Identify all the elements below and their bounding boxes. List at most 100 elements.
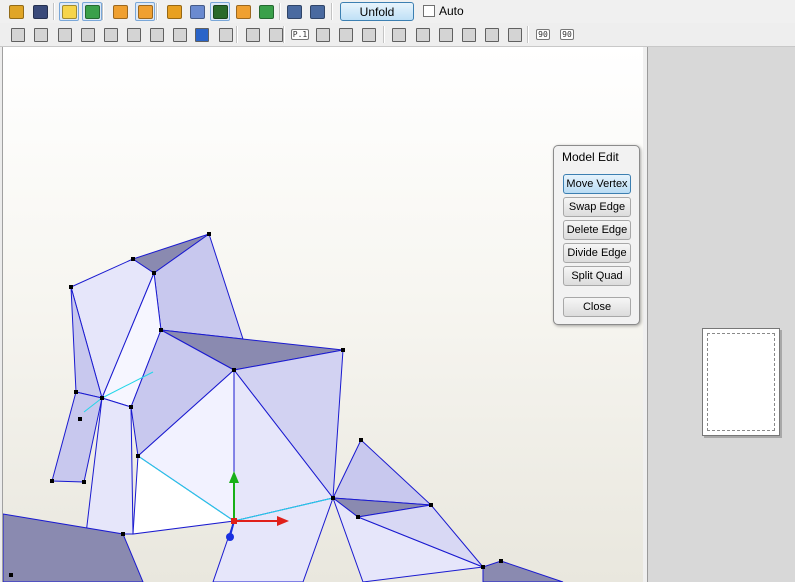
page-outline-icon	[309, 4, 325, 19]
mesh-vertex[interactable]	[136, 454, 140, 458]
print-button[interactable]	[359, 25, 379, 44]
mesh-vertex[interactable]	[78, 417, 82, 421]
crop-icon	[246, 27, 260, 42]
mesh-vertex[interactable]	[131, 257, 135, 261]
delete-edge-button[interactable]: Delete Edge	[563, 220, 631, 240]
fit-button[interactable]	[266, 25, 286, 44]
lasso-icon	[34, 27, 48, 42]
pieces-button[interactable]	[101, 25, 121, 44]
grid-button[interactable]	[313, 25, 333, 44]
print-icon	[362, 27, 376, 42]
mesh-vertex[interactable]	[69, 285, 73, 289]
anchor-button[interactable]	[210, 2, 230, 21]
crop-button[interactable]	[243, 25, 263, 44]
align-bottom-icon	[508, 27, 522, 42]
mesh-vertex[interactable]	[481, 565, 485, 569]
save-button[interactable]	[30, 2, 50, 21]
close-button[interactable]: Close	[563, 297, 631, 317]
mesh-vertex[interactable]	[429, 503, 433, 507]
page-number-button[interactable]: P.1	[290, 25, 310, 44]
layers-button[interactable]	[78, 25, 98, 44]
image-button[interactable]	[147, 25, 167, 44]
divide-edge-button[interactable]: Divide Edge	[563, 243, 631, 263]
ruler-button[interactable]	[55, 25, 75, 44]
rotate-ccw-90-icon: 90	[536, 29, 550, 40]
paint-icon	[173, 27, 187, 42]
mesh-vertex[interactable]	[499, 559, 503, 563]
distribute-button[interactable]	[482, 25, 502, 44]
page-outline-button[interactable]	[307, 2, 327, 21]
toolbar-separator	[331, 3, 333, 20]
page-margin-outline	[707, 333, 775, 431]
color-cube-icon	[84, 4, 100, 19]
undo-button[interactable]	[216, 25, 236, 44]
auto-checkbox[interactable]	[423, 5, 435, 17]
unfold-button[interactable]: Unfold	[340, 2, 414, 21]
toolbar-separator	[383, 26, 385, 43]
box-3d-alt-button[interactable]	[135, 2, 155, 21]
swap-edge-button[interactable]: Swap Edge	[563, 197, 631, 217]
mesh-vertex[interactable]	[356, 515, 360, 519]
mesh-vertex[interactable]	[82, 480, 86, 484]
select-button[interactable]	[8, 25, 28, 44]
z-axis-handle[interactable]	[226, 533, 234, 541]
paper-page[interactable]	[702, 328, 780, 436]
grid-icon	[316, 27, 330, 42]
model-edit-panel: Model Edit Move Vertex Swap Edge Delete …	[553, 145, 640, 325]
mesh-model[interactable]	[3, 232, 564, 582]
bar-chart-button[interactable]	[233, 2, 253, 21]
mesh-vertex[interactable]	[74, 390, 78, 394]
rotate-cw-90-button[interactable]: 90	[557, 25, 577, 44]
open-file-button[interactable]	[6, 2, 26, 21]
toolbar-separator	[53, 3, 55, 20]
lasso-button[interactable]	[31, 25, 51, 44]
mesh-face[interactable]	[332, 439, 433, 506]
single-page-button[interactable]	[284, 2, 304, 21]
mesh-vertex[interactable]	[129, 405, 133, 409]
align-middle-button[interactable]	[459, 25, 479, 44]
box-3d-button[interactable]	[110, 2, 130, 21]
mesh-vertex[interactable]	[9, 573, 13, 577]
mesh-vertex[interactable]	[159, 328, 163, 332]
pieces-icon	[104, 27, 118, 42]
align-left-icon	[392, 27, 406, 42]
columns-icon	[127, 27, 141, 42]
move-vertex-button[interactable]: Move Vertex	[563, 174, 631, 194]
mesh-vertex[interactable]	[359, 438, 363, 442]
2d-layout-pane[interactable]	[647, 47, 795, 582]
toolbar-separator	[527, 26, 529, 43]
frame-icon	[339, 27, 353, 42]
box-3d-alt-icon	[137, 4, 153, 19]
mesh-vertex[interactable]	[121, 532, 125, 536]
mesh-vertex[interactable]	[207, 232, 211, 236]
color-cube-button[interactable]	[82, 2, 102, 21]
mesh-view[interactable]	[3, 47, 644, 582]
mesh-vertex[interactable]	[152, 271, 156, 275]
cylinder-button[interactable]	[187, 2, 207, 21]
mesh-vertex[interactable]	[331, 496, 335, 500]
align-right-button[interactable]	[436, 25, 456, 44]
align-middle-icon	[462, 27, 476, 42]
lightbulb-button[interactable]	[59, 2, 79, 21]
columns-button[interactable]	[124, 25, 144, 44]
3d-viewport[interactable]	[2, 47, 644, 582]
mesh-vertex[interactable]	[232, 368, 236, 372]
split-quad-button[interactable]: Split Quad	[563, 266, 631, 286]
frame-button[interactable]	[336, 25, 356, 44]
align-bottom-button[interactable]	[505, 25, 525, 44]
green-box-button[interactable]	[256, 2, 276, 21]
mesh-vertex[interactable]	[50, 479, 54, 483]
align-right-icon	[439, 27, 453, 42]
gizmo-center[interactable]	[231, 518, 237, 524]
redo-button[interactable]	[192, 25, 212, 44]
mesh-vertex[interactable]	[100, 396, 104, 400]
mesh-vertex[interactable]	[341, 348, 345, 352]
rotate-ccw-90-button[interactable]: 90	[533, 25, 553, 44]
align-left-button[interactable]	[389, 25, 409, 44]
mesh-face[interactable]	[482, 560, 564, 582]
align-center-button[interactable]	[413, 25, 433, 44]
rotate-cw-90-icon: 90	[560, 29, 574, 40]
pencil-button[interactable]	[164, 2, 184, 21]
paint-button[interactable]	[170, 25, 190, 44]
single-page-icon	[286, 4, 302, 19]
